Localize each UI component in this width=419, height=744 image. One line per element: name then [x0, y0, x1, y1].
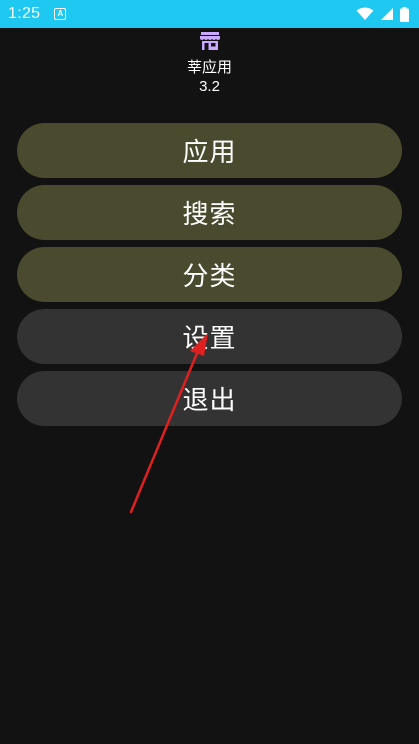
app-header: 莘应用 3.2 [0, 30, 419, 96]
status-bar: 1:25 A [0, 0, 419, 28]
status-icons [356, 6, 409, 22]
notification-a-icon: A [54, 8, 67, 20]
wifi-icon [356, 7, 374, 21]
settings-button[interactable]: 设置 [17, 309, 402, 364]
app-name: 莘应用 [186, 58, 232, 76]
exit-button[interactable]: 退出 [17, 371, 402, 426]
search-button[interactable]: 搜索 [17, 185, 402, 240]
apps-button[interactable]: 应用 [17, 123, 402, 178]
status-time: 1:25 [8, 5, 41, 22]
main-menu: 应用 搜索 分类 设置 退出 [17, 123, 402, 433]
store-icon [0, 30, 419, 52]
battery-icon [400, 6, 409, 22]
app-version: 3.2 [199, 78, 220, 95]
signal-icon [380, 7, 394, 21]
categories-button[interactable]: 分类 [17, 247, 402, 302]
